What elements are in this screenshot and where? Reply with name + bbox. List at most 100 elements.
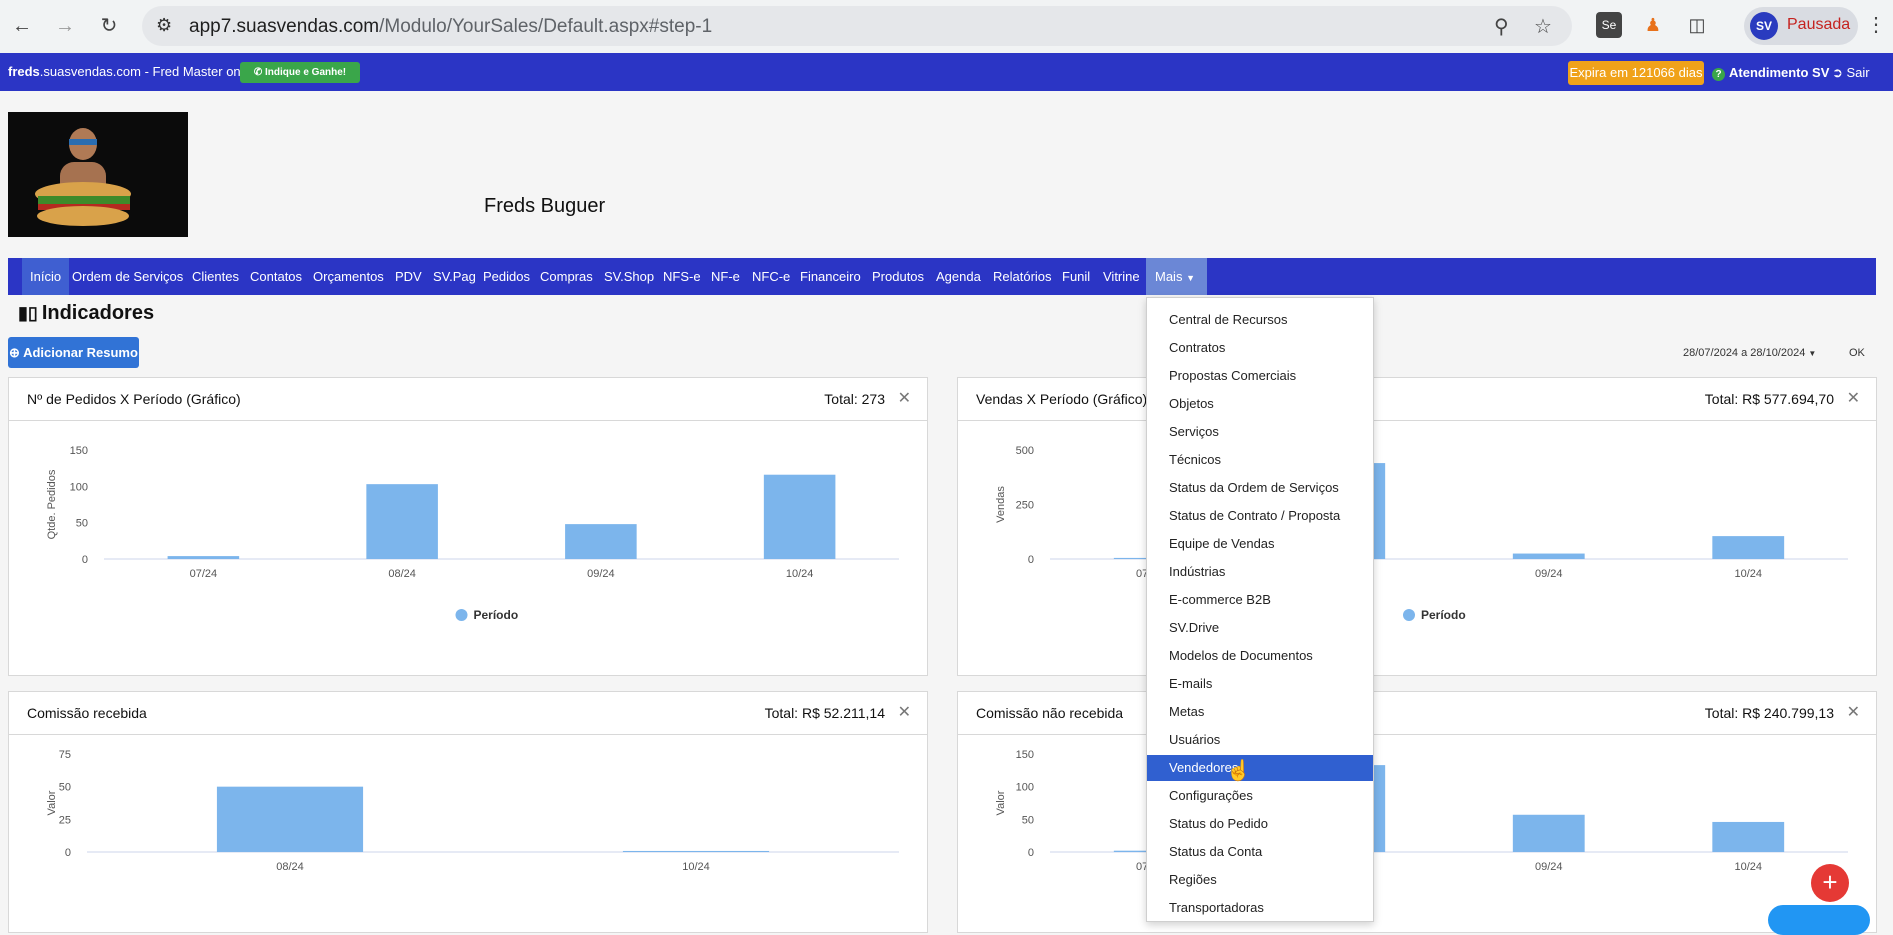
x-tick-label: 08/24 <box>276 861 304 873</box>
dropdown-item[interactable]: Propostas Comerciais <box>1147 363 1373 389</box>
dropdown-item[interactable]: Técnicos <box>1147 447 1373 473</box>
x-tick-label: 09/24 <box>1535 861 1563 873</box>
dropdown-item[interactable]: Vendedores <box>1147 755 1373 781</box>
expira-badge[interactable]: Expira em 121066 dias <box>1568 61 1704 85</box>
indique-button[interactable]: ✆ Indique e Ganhe! <box>240 62 360 83</box>
nav-pedidos[interactable]: Pedidos <box>483 258 530 295</box>
dropdown-item[interactable]: Objetos <box>1147 391 1373 417</box>
add-fab-button[interactable]: + <box>1811 864 1849 902</box>
dropdown-item[interactable]: Metas <box>1147 699 1373 725</box>
panel-total: Total: R$ 240.799,13 <box>1704 705 1834 721</box>
logout-label: Sair <box>1846 65 1870 80</box>
dropdown-item[interactable]: Transportadoras <box>1147 895 1373 921</box>
dropdown-item[interactable]: E-commerce B2B <box>1147 587 1373 613</box>
bar <box>1512 814 1585 852</box>
y-axis-label: Vendas <box>995 486 1007 523</box>
dropdown-item[interactable]: Serviços <box>1147 419 1373 445</box>
dropdown-item[interactable]: Status da Ordem de Serviços <box>1147 475 1373 501</box>
dropdown-item[interactable]: Contratos <box>1147 335 1373 361</box>
nav-nfce[interactable]: NFC-e <box>752 258 790 295</box>
dropdown-item[interactable]: Configurações <box>1147 783 1373 809</box>
nav-financeiro[interactable]: Financeiro <box>800 258 861 295</box>
nav-svshop[interactable]: SV.Shop <box>604 258 654 295</box>
y-tick-label: 150 <box>70 445 88 457</box>
y-axis-label: Valor <box>46 790 58 815</box>
dropdown-item[interactable]: Indústrias <box>1147 559 1373 585</box>
nav-funil[interactable]: Funil <box>1062 258 1090 295</box>
selenium-extension-icon[interactable]: Se <box>1596 12 1622 38</box>
nav-compras[interactable]: Compras <box>540 258 593 295</box>
atendimento-link[interactable]: ? Atendimento SV <box>1712 65 1829 81</box>
extension-icon[interactable]: ♟ <box>1640 12 1666 38</box>
date-ok-button[interactable]: OK <box>1849 347 1865 359</box>
indicadores-label: Indicadores <box>41 302 155 324</box>
nav-pdv[interactable]: PDV <box>395 258 422 295</box>
y-tick-label: 50 <box>1022 814 1034 826</box>
chat-widget-button[interactable] <box>1768 905 1870 935</box>
dropdown-item[interactable]: Regiões <box>1147 867 1373 893</box>
panel-header: Vendas X Período (Gráfico) Total: R$ 577… <box>958 378 1876 421</box>
plus-circle-icon: ⊕ <box>9 345 24 360</box>
dropdown-item[interactable]: SV.Drive <box>1147 615 1373 641</box>
dropdown-item[interactable]: Status da Conta <box>1147 839 1373 865</box>
bar <box>216 786 364 852</box>
dropdown-item[interactable]: Equipe de Vendas <box>1147 531 1373 557</box>
y-tick-label: 0 <box>1028 554 1034 566</box>
chrome-menu-icon[interactable]: ⋮ <box>1866 12 1886 37</box>
bar <box>763 474 836 559</box>
app-topbar: freds.suasvendas.com - Fred Master one ✆… <box>0 53 1893 91</box>
close-icon[interactable]: ✕ <box>898 388 911 408</box>
dropdown-item[interactable]: Status do Pedido <box>1147 811 1373 837</box>
profile-avatar: SV <box>1750 12 1778 40</box>
x-tick-label: 10/24 <box>682 861 710 873</box>
dropdown-item[interactable]: Status de Contrato / Proposta <box>1147 503 1373 529</box>
close-icon[interactable]: ✕ <box>1847 702 1860 722</box>
y-tick-label: 100 <box>1016 782 1034 794</box>
nav-contatos[interactable]: Contatos <box>250 258 302 295</box>
main-nav: Início Ordem de Serviços Clientes Contat… <box>8 258 1876 295</box>
add-resumo-label: Adicionar Resumo <box>23 345 138 360</box>
profile-button[interactable]: SV Pausada <box>1744 7 1858 45</box>
nav-relatorios[interactable]: Relatórios <box>993 258 1052 295</box>
nav-produtos[interactable]: Produtos <box>872 258 924 295</box>
brand-domain: .suasvendas.com - Fred Master one <box>39 64 248 79</box>
add-resumo-button[interactable]: ⊕ Adicionar Resumo <box>8 337 139 368</box>
site-info-icon[interactable]: ⚙ <box>156 15 172 36</box>
panel-title: Nº de Pedidos X Período (Gráfico) <box>27 391 241 407</box>
legend-marker <box>455 609 468 621</box>
reload-icon[interactable]: ↻ <box>95 12 123 40</box>
nav-svpag[interactable]: SV.Pag <box>433 258 476 295</box>
dropdown-item[interactable]: Modelos de Documentos <box>1147 643 1373 669</box>
x-tick-label: 09/24 <box>587 568 615 580</box>
address-bar[interactable]: ⚙ app7.suasvendas.com/Modulo/YourSales/D… <box>142 6 1572 46</box>
nav-clientes[interactable]: Clientes <box>192 258 239 295</box>
indicadores-title: ▮▯ Indicadores <box>18 302 154 325</box>
extensions-puzzle-icon[interactable]: ◫ <box>1684 12 1710 38</box>
date-range-picker[interactable]: 28/07/2024 a 28/10/2024 ▼ <box>1683 347 1816 359</box>
panel-title: Comissão não recebida <box>976 705 1124 721</box>
nav-inicio[interactable]: Início <box>22 258 70 295</box>
dropdown-item[interactable]: E-mails <box>1147 671 1373 697</box>
bookmark-star-icon[interactable]: ☆ <box>1534 14 1552 39</box>
nav-orcamentos[interactable]: Orçamentos <box>313 258 384 295</box>
back-icon[interactable]: ← <box>8 12 36 40</box>
nav-mais[interactable]: Mais ▼ <box>1146 258 1207 295</box>
y-tick-label: 100 <box>70 481 88 493</box>
close-icon[interactable]: ✕ <box>898 702 911 722</box>
nav-agenda[interactable]: Agenda <box>936 258 981 295</box>
logout-link[interactable]: ➲ Sair <box>1832 65 1870 81</box>
close-icon[interactable]: ✕ <box>1847 388 1860 408</box>
nav-nfe[interactable]: NF-e <box>711 258 740 295</box>
nav-ordem-de-servicos[interactable]: Ordem de Serviços <box>72 258 183 295</box>
forward-icon[interactable]: → <box>51 12 79 40</box>
nav-vitrine[interactable]: Vitrine <box>1103 258 1140 295</box>
url-text[interactable]: app7.suasvendas.com/Modulo/YourSales/Def… <box>189 16 712 38</box>
y-tick-label: 500 <box>1016 445 1034 457</box>
nav-nfse[interactable]: NFS-e <box>663 258 701 295</box>
x-tick-label: 10/24 <box>786 568 814 580</box>
company-name: Freds Buguer <box>484 195 606 217</box>
dropdown-item[interactable]: Usuários <box>1147 727 1373 753</box>
zoom-icon[interactable]: ⚲ <box>1494 14 1509 39</box>
bar <box>366 484 438 559</box>
dropdown-item[interactable]: Central de Recursos <box>1147 307 1373 333</box>
